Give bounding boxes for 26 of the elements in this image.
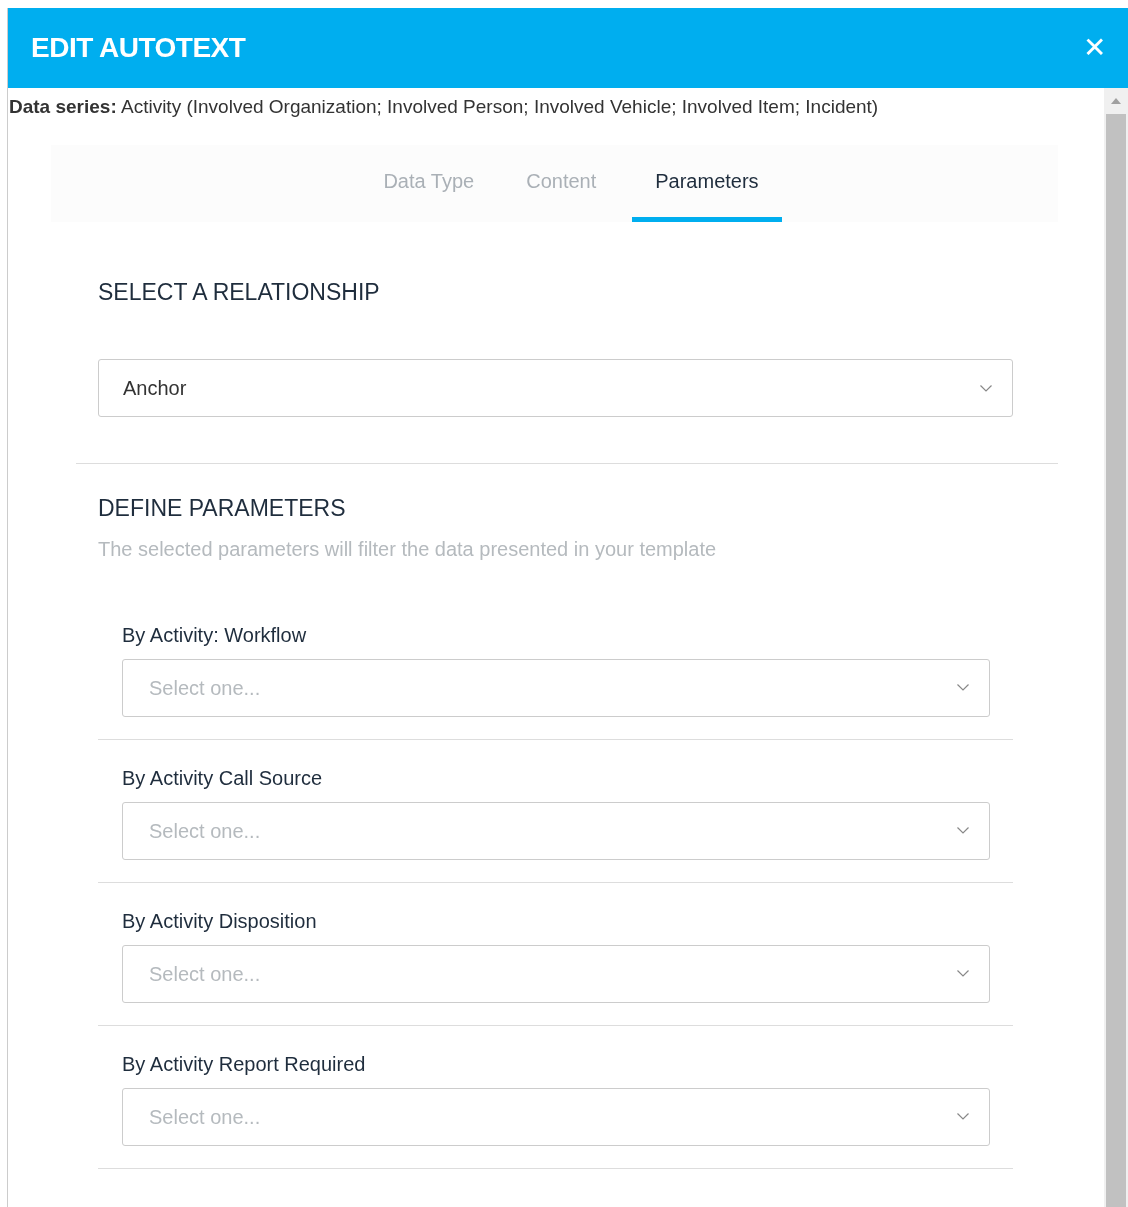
section-heading: DEFINE PARAMETERS [98,494,347,523]
parameter-label: By Activity Report Required [122,1051,367,1075]
tab[interactable]: Parameters [632,144,782,222]
chevron-down-icon [957,1113,969,1120]
scroll-up-icon[interactable] [1111,98,1121,104]
chevron-down-icon [980,384,992,392]
tab[interactable]: Data Type [367,144,491,222]
parameter-select[interactable]: Select one... [122,658,990,717]
parameter-select[interactable]: Select one... [122,944,990,1003]
parameter-label: By Activity: Workflow [122,622,308,646]
chevron-down-icon [957,827,969,834]
dialog-title: EDIT AUTOTEXT [31,31,246,65]
parameter-select[interactable]: Select one... [122,1087,990,1146]
parameter-label: By Activity Call Source [122,765,324,789]
section-description: The selected parameters will filter the data presented in your template [98,536,718,562]
relationship-select[interactable]: Anchor [98,359,1013,417]
parameter-label: By Activity Disposition [122,908,318,932]
tab[interactable]: Content [510,144,613,222]
section-heading: SELECT A RELATIONSHIP [98,277,381,307]
scroll-thumb[interactable] [1106,114,1126,1207]
chevron-down-icon [957,970,969,977]
close-button[interactable]: ✕ [1083,34,1106,62]
scrollbar[interactable] [1104,88,1128,1207]
parameter-select[interactable]: Select one... [122,801,990,860]
chevron-down-icon [957,684,969,691]
data-series-text: Data series: Activity (Involved Organization; Involved Person; Involved Vehicle; Involved Item; Incident) [9,96,879,117]
